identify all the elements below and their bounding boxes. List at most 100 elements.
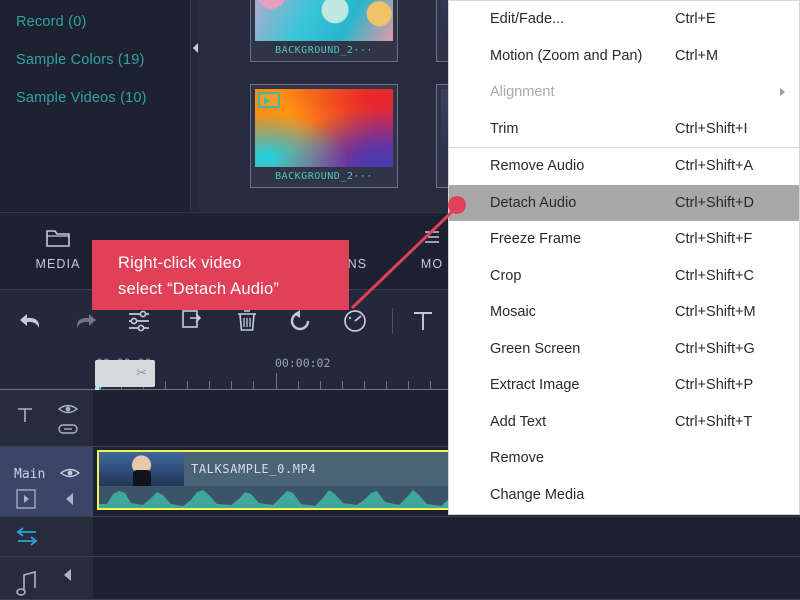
playhead-handle[interactable]: ✂ [95, 360, 155, 394]
thumbnail-caption: BACKGROUND_2··· [275, 45, 373, 56]
menu-item-add-text[interactable]: Add Text Ctrl+Shift+T [449, 404, 799, 441]
menu-item-remove-audio[interactable]: Remove Audio Ctrl+Shift+A [449, 148, 799, 185]
track-header[interactable] [0, 390, 93, 446]
track-header[interactable]: Main [0, 447, 93, 516]
menu-item-label: Alignment [490, 84, 555, 101]
music-note-icon [16, 570, 38, 600]
menu-item-shortcut: Ctrl+M [675, 47, 719, 64]
ruler-tick [187, 381, 188, 389]
menu-item-mosaic[interactable]: Mosaic Ctrl+Shift+M [449, 294, 799, 331]
text-t-icon [414, 312, 432, 330]
menu-item-label: Change Media [490, 486, 585, 503]
track-header[interactable] [0, 517, 93, 556]
track-audio[interactable] [0, 557, 800, 600]
menu-item-label: Mosaic [490, 304, 536, 321]
menu-item-detach-audio[interactable]: Detach Audio Ctrl+Shift+D [449, 184, 799, 221]
ruler-tick [430, 381, 431, 389]
thumbnail-caption: BACKGROUND_2··· [275, 171, 373, 182]
speaker-icon[interactable] [60, 567, 76, 588]
library-item[interactable]: BACKGROUND_2··· [250, 0, 398, 62]
menu-item-shortcut: Ctrl+Shift+G [675, 340, 755, 357]
speedometer-icon [344, 310, 366, 332]
menu-item-label: Add Text [490, 413, 547, 430]
track-name-label: Main [14, 467, 46, 482]
menu-item-shortcut: Ctrl+Shift+A [675, 158, 754, 175]
menu-item-label: Crop [490, 267, 522, 284]
eye-icon[interactable] [59, 466, 81, 485]
ruler-tick [386, 381, 387, 389]
rotate-icon [290, 310, 310, 331]
link-icon[interactable] [58, 422, 78, 440]
sliders-icon [129, 310, 149, 332]
menu-item-label: Green Screen [490, 340, 581, 357]
track-lane[interactable] [93, 517, 800, 556]
menu-item-label: Remove Audio [490, 158, 585, 175]
library-category-sidebar: Record (0) Sample Colors (19) Sample Vid… [0, 0, 190, 212]
thumbnail-image [255, 89, 393, 167]
menu-item-green-screen[interactable]: Green Screen Ctrl+Shift+G [449, 331, 799, 368]
menu-item-label: Remove [490, 450, 544, 467]
ruler-tick [253, 381, 254, 389]
menu-item-label: Motion (Zoom and Pan) [490, 47, 643, 64]
ruler-tick [231, 381, 232, 389]
menu-item-label: Extract Image [490, 377, 580, 394]
library-category-record[interactable]: Record (0) [0, 14, 87, 30]
menu-item-crop[interactable]: Crop Ctrl+Shift+C [449, 258, 799, 295]
menu-item-edit-fade[interactable]: Edit/Fade... Ctrl+E [449, 1, 799, 38]
track-header[interactable] [0, 557, 93, 599]
clip-label: TALKSAMPLE_0.MP4 [191, 462, 317, 476]
library-splitter[interactable] [190, 0, 198, 212]
ruler-tick [320, 381, 321, 389]
text-t-icon [16, 406, 34, 428]
menu-item-extract-image[interactable]: Extract Image Ctrl+Shift+P [449, 367, 799, 404]
instruction-callout: Right-click video select “Detach Audio” [92, 240, 349, 310]
clip-thumbnail [99, 452, 184, 492]
menu-item-label: Edit/Fade... [490, 11, 565, 28]
track-lane[interactable] [93, 557, 800, 599]
thumbnail-image [255, 0, 393, 41]
undo-arrow-icon [20, 314, 40, 328]
ruler-time-label: 00:00:02 [275, 356, 331, 370]
redo-arrow-icon [76, 314, 96, 328]
menu-item-remove[interactable]: Remove [449, 440, 799, 477]
speaker-icon[interactable] [62, 491, 78, 512]
menu-item-trim[interactable]: Trim Ctrl+Shift+I [449, 111, 799, 148]
library-category-sample-videos[interactable]: Sample Videos (10) [0, 90, 147, 106]
menu-item-freeze-frame[interactable]: Freeze Frame Ctrl+Shift+F [449, 221, 799, 258]
menu-item-shortcut: Ctrl+Shift+T [675, 413, 753, 430]
clip-context-menu[interactable]: Edit/Fade... Ctrl+E Motion (Zoom and Pan… [448, 0, 800, 515]
text-button[interactable] [406, 304, 440, 338]
ruler-tick [364, 381, 365, 389]
ruler-tick [298, 381, 299, 389]
callout-line-1: Right-click video [118, 254, 242, 272]
ruler-tick [342, 381, 343, 389]
scissors-icon[interactable]: ✂ [136, 365, 147, 381]
eye-icon[interactable] [57, 402, 79, 421]
menu-item-motion[interactable]: Motion (Zoom and Pan) Ctrl+M [449, 38, 799, 75]
menu-item-shortcut: Ctrl+Shift+C [675, 267, 754, 284]
trash-icon [238, 310, 256, 331]
menu-item-shortcut: Ctrl+E [675, 11, 716, 28]
ruler-tick [408, 381, 409, 389]
menu-item-shortcut: Ctrl+Shift+I [675, 120, 748, 137]
video-badge-icon [258, 92, 280, 108]
chevron-right-icon [780, 88, 785, 97]
menu-item-label: Trim [490, 120, 519, 137]
callout-line-2: select “Detach Audio” [118, 280, 280, 298]
library-category-sample-colors[interactable]: Sample Colors (19) [0, 52, 145, 68]
menu-item-change-media[interactable]: Change Media [449, 477, 799, 514]
transition-arrows-icon[interactable] [14, 527, 40, 552]
ruler-tick [165, 381, 166, 389]
library-item[interactable]: BACKGROUND_2··· [250, 84, 398, 188]
menu-item-shortcut: Ctrl+Shift+P [675, 377, 754, 394]
play-box-icon[interactable] [16, 489, 36, 514]
menu-item-label: Freeze Frame [490, 231, 582, 248]
duplicate-icon [182, 310, 202, 328]
ruler-tick [209, 381, 210, 389]
toolbar-divider [392, 308, 393, 334]
menu-item-shortcut: Ctrl+Shift+D [675, 194, 754, 211]
menu-item-label: Detach Audio [490, 194, 577, 211]
track-transition[interactable] [0, 517, 800, 557]
undo-button[interactable] [14, 304, 48, 338]
menu-item-alignment[interactable]: Alignment [449, 74, 799, 111]
